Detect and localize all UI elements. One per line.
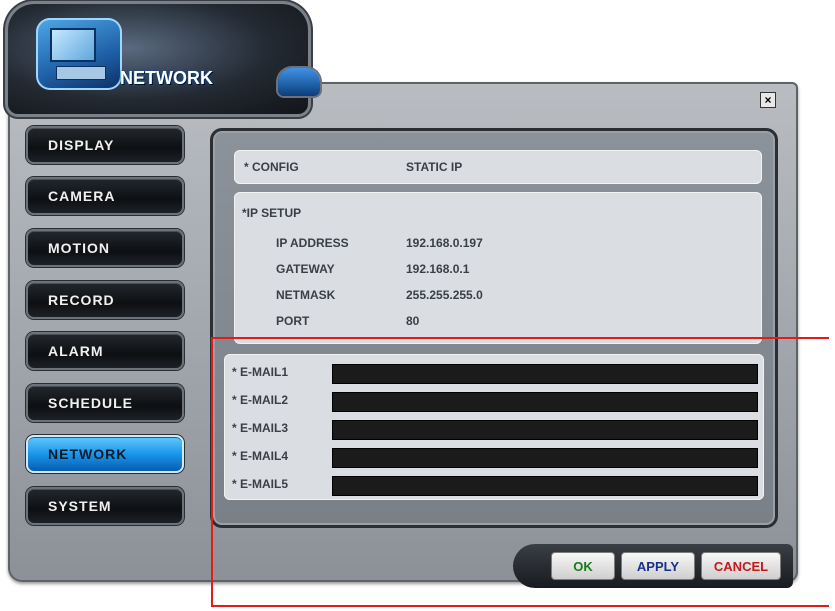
sidebar-item-motion[interactable]: MOTION — [26, 229, 184, 267]
title-tab-decoration — [278, 68, 320, 96]
netmask-label: NETMASK — [276, 288, 336, 302]
sidebar-item-camera[interactable]: CAMERA — [26, 177, 184, 215]
ip-address-label: IP ADDRESS — [276, 236, 349, 250]
sidebar-item-record[interactable]: RECORD — [26, 281, 184, 319]
netmask-value[interactable]: 255.255.255.0 — [406, 288, 483, 302]
ip-setup-card: *IP SETUP IP ADDRESS 192.168.0.197 GATEW… — [234, 192, 762, 344]
ip-address-value[interactable]: 192.168.0.197 — [406, 236, 483, 250]
gateway-label: GATEWAY — [276, 262, 335, 276]
sidebar-item-display[interactable]: DISPLAY — [26, 126, 184, 164]
config-value[interactable]: STATIC IP — [406, 160, 462, 174]
window-title: NETWORK — [120, 68, 213, 88]
sidebar-item-alarm[interactable]: ALARM — [26, 332, 184, 370]
sidebar-item-system[interactable]: SYSTEM — [26, 487, 184, 525]
ip-setup-heading: *IP SETUP — [242, 206, 302, 220]
close-button[interactable]: × — [760, 92, 776, 108]
sidebar-item-network[interactable]: NETWORK — [26, 435, 184, 473]
gateway-value[interactable]: 192.168.0.1 — [406, 262, 469, 276]
keyboard-icon — [56, 66, 106, 80]
network-computer-icon — [36, 18, 122, 90]
monitor-icon — [50, 28, 96, 62]
port-value[interactable]: 80 — [406, 314, 419, 328]
config-card: * CONFIG STATIC IP — [234, 150, 762, 184]
port-label: PORT — [276, 314, 310, 328]
config-label: * CONFIG — [244, 160, 299, 174]
title-badge: NETWORK — [8, 4, 308, 114]
annotation-highlight-box — [211, 337, 829, 607]
sidebar-item-schedule[interactable]: SCHEDULE — [26, 384, 184, 422]
